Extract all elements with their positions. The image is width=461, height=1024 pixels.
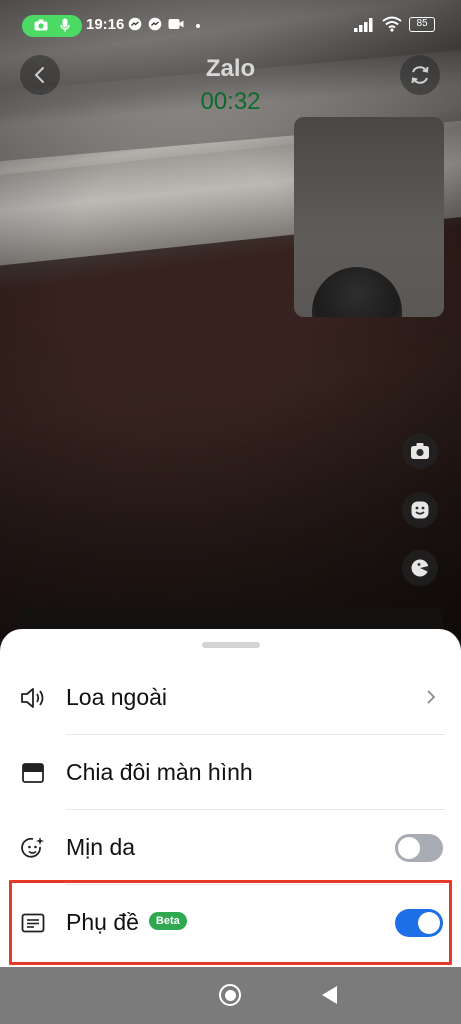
switch-camera-icon bbox=[411, 66, 429, 84]
messenger-icon bbox=[127, 17, 143, 33]
camera-icon bbox=[34, 19, 48, 33]
back-nav-button[interactable] bbox=[322, 986, 337, 1004]
menu-item-label: Loa ngoài bbox=[66, 684, 168, 710]
self-video-preview[interactable] bbox=[294, 117, 444, 317]
menu-item-label: Mịn da bbox=[66, 834, 136, 860]
recording-indicator bbox=[22, 15, 82, 37]
toggle-knob bbox=[398, 836, 420, 859]
wifi-icon bbox=[382, 16, 402, 32]
beauty-face-icon bbox=[20, 835, 46, 861]
sticker-button[interactable] bbox=[402, 550, 438, 586]
signal-icon bbox=[354, 17, 376, 32]
messenger-icon bbox=[147, 17, 163, 33]
chevron-right-icon bbox=[426, 685, 436, 711]
face-filter-button[interactable] bbox=[402, 492, 438, 528]
home-icon bbox=[224, 989, 236, 1001]
smile-face-icon bbox=[411, 501, 429, 519]
status-bar: 19:16 85 bbox=[0, 0, 461, 50]
sticker-face-icon bbox=[411, 559, 429, 577]
battery-icon: 85 bbox=[409, 17, 435, 32]
split-screen-icon bbox=[20, 760, 46, 786]
video-icon bbox=[168, 17, 184, 33]
call-app-name: Zalo bbox=[205, 55, 256, 82]
menu-item-split-screen[interactable]: Chia đôi màn hình bbox=[0, 735, 461, 810]
dot-icon bbox=[190, 17, 206, 33]
call-timer: 00:32 bbox=[200, 88, 261, 115]
menu-item-label: Chia đôi màn hình bbox=[66, 759, 253, 785]
smooth-skin-toggle[interactable] bbox=[395, 833, 443, 862]
menu-item-smooth-skin: Mịn da bbox=[0, 810, 461, 885]
system-nav-bar bbox=[0, 967, 461, 1024]
switch-camera-button[interactable] bbox=[400, 55, 440, 95]
home-button[interactable] bbox=[219, 984, 241, 1006]
status-time: 19:16 bbox=[86, 16, 125, 33]
menu-item-speaker[interactable]: Loa ngoài bbox=[0, 660, 461, 735]
highlight-box bbox=[9, 880, 452, 965]
capture-button[interactable] bbox=[402, 433, 438, 469]
mic-icon bbox=[60, 18, 70, 34]
speaker-icon bbox=[20, 685, 46, 711]
camera-icon bbox=[411, 443, 429, 459]
sheet-drag-handle[interactable] bbox=[202, 642, 260, 648]
